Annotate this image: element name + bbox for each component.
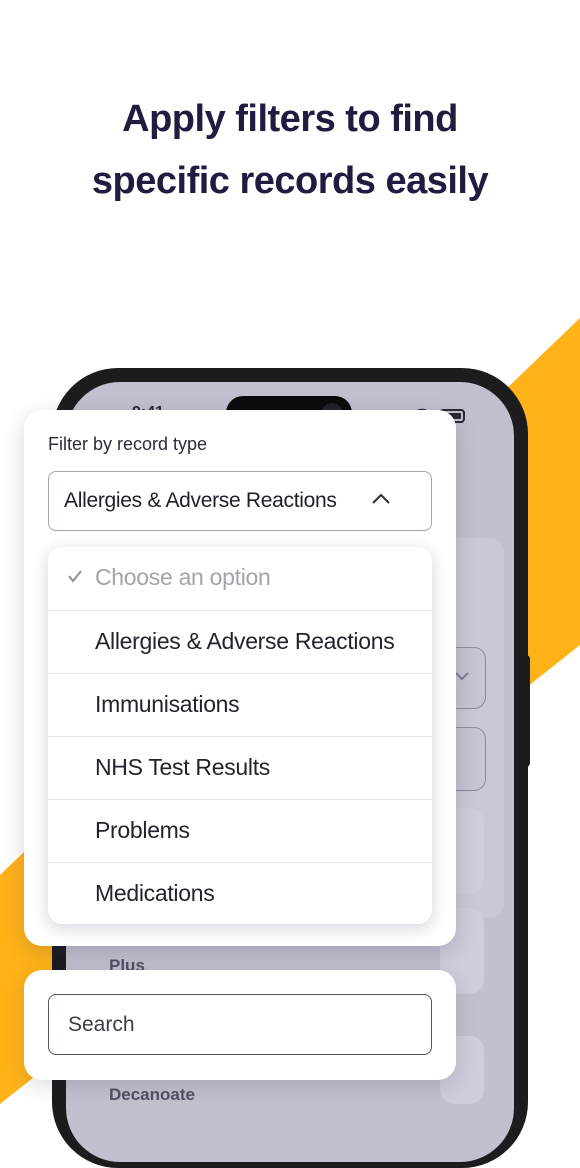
phone-side-button bbox=[524, 655, 530, 767]
dropdown-option-medications[interactable]: Medications bbox=[48, 862, 432, 924]
record-type-select[interactable]: Allergies & Adverse Reactions bbox=[48, 471, 432, 531]
dropdown-option-nhs-test-results[interactable]: NHS Test Results bbox=[48, 736, 432, 799]
dropdown-option-label: Problems bbox=[95, 817, 190, 843]
dropdown-option-label: Medications bbox=[95, 880, 215, 906]
dropdown-option-label: Immunisations bbox=[95, 691, 240, 717]
dropdown-option-label: NHS Test Results bbox=[95, 754, 270, 780]
dropdown-option-allergies[interactable]: Allergies & Adverse Reactions bbox=[48, 610, 432, 673]
record-type-select-value: Allergies & Adverse Reactions bbox=[64, 489, 337, 512]
background-list-item: Decanoate bbox=[109, 1085, 195, 1104]
dropdown-option-placeholder[interactable]: Choose an option bbox=[48, 547, 432, 610]
dropdown-option-problems[interactable]: Problems bbox=[48, 799, 432, 862]
background-chevron-icon bbox=[455, 672, 469, 681]
dropdown-option-immunisations[interactable]: Immunisations bbox=[48, 673, 432, 736]
record-type-dropdown: Choose an option Allergies & Adverse Rea… bbox=[48, 547, 432, 924]
dropdown-option-label: Allergies & Adverse Reactions bbox=[95, 628, 395, 654]
chevron-up-icon bbox=[372, 493, 390, 504]
dropdown-option-label: Choose an option bbox=[95, 564, 271, 590]
search-input[interactable] bbox=[48, 994, 432, 1055]
filter-label: Filter by record type bbox=[48, 434, 208, 454]
check-icon bbox=[68, 570, 82, 583]
